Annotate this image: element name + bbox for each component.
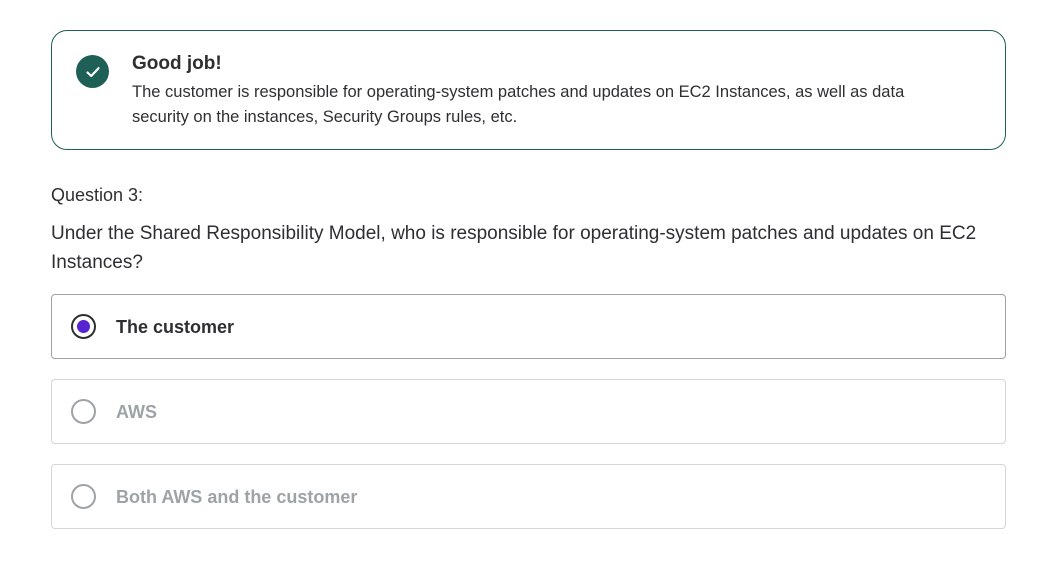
feedback-message: The customer is responsible for operatin… [132,83,905,126]
radio-selected-dot [77,320,90,333]
feedback-title: Good job! [132,53,222,74]
answer-option-both[interactable]: Both AWS and the customer [51,464,1006,529]
feedback-alert: Good job! The customer is responsible fo… [51,30,1006,150]
feedback-body: Good job! The customer is responsible fo… [132,51,965,130]
answer-option-label: The customer [116,317,235,337]
answer-option-label: Both AWS and the customer [116,487,358,507]
question-prompt: Under the Shared Responsibility Model, w… [51,223,977,273]
radio-button[interactable] [71,484,96,509]
question-number: Question 3: [51,185,144,205]
answer-option-label: AWS [116,402,158,422]
answer-option-aws[interactable]: AWS [51,379,1006,444]
check-icon [76,55,109,88]
radio-button-selected[interactable] [71,314,96,339]
quiz-result-panel: Good job! The customer is responsible fo… [51,30,1006,529]
radio-button[interactable] [71,399,96,424]
answer-option-the-customer[interactable]: The customer [51,294,1006,359]
